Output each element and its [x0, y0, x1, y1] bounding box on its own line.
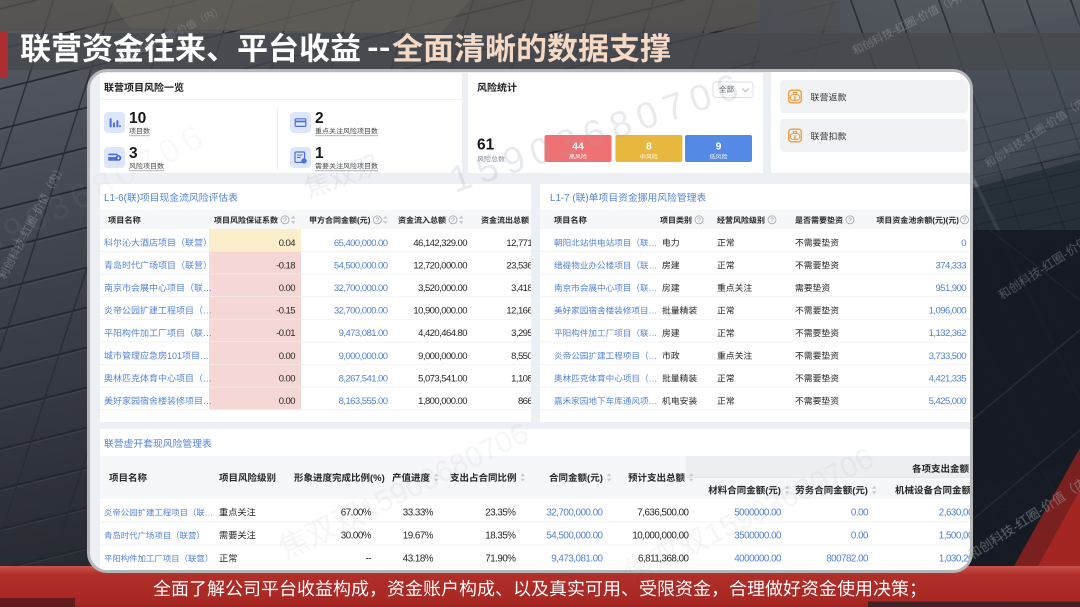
svg-text:): ) [368, 216, 371, 225]
svg-text:?: ? [770, 217, 774, 224]
svg-text:1,132,362: 1,132,362 [929, 328, 967, 339]
svg-text:8,267,541.00: 8,267,541.00 [339, 373, 388, 384]
svg-text:8,163,555.00: 8,163,555.00 [339, 396, 388, 407]
svg-text:3,733,500: 3,733,500 [929, 351, 967, 362]
svg-text:32,700,000.00: 32,700,000.00 [334, 283, 388, 294]
svg-text:4,421,335: 4,421,335 [929, 373, 967, 384]
svg-text:32,700,000.00: 32,700,000.00 [546, 508, 603, 519]
svg-text:4000000.00: 4000000.00 [734, 554, 782, 565]
svg-text:9,000,000.00: 9,000,000.00 [339, 351, 388, 362]
svg-text:374,333: 374,333 [936, 260, 967, 271]
svg-text:10: 10 [129, 110, 146, 127]
svg-text:54,500,000.00: 54,500,000.00 [546, 531, 603, 542]
svg-text:(: ( [357, 216, 360, 225]
svg-text:…: … [649, 328, 658, 338]
svg-text:?: ? [963, 217, 967, 224]
svg-text:800782.00: 800782.00 [826, 554, 869, 565]
svg-text:101: 101 [167, 351, 182, 361]
svg-text:9,473,081.00: 9,473,081.00 [339, 328, 388, 339]
svg-text:23.35%: 23.35% [485, 508, 516, 519]
svg-text:33.33%: 33.33% [403, 508, 434, 519]
svg-text:…: … [649, 283, 658, 293]
svg-text:1: 1 [315, 145, 324, 162]
svg-text:?: ? [283, 217, 287, 224]
svg-text:951,900: 951,900 [936, 283, 967, 294]
svg-text:54,500,000.00: 54,500,000.00 [334, 260, 388, 271]
svg-text:…: … [649, 373, 658, 383]
svg-text:(%): (%) [370, 473, 385, 484]
svg-text:…: … [203, 328, 212, 338]
svg-text:…: … [649, 238, 658, 248]
svg-text:9: 9 [716, 141, 722, 153]
svg-text:…: … [203, 396, 212, 406]
svg-text:1,800,000.00: 1,800,000.00 [418, 396, 467, 407]
svg-text:0.00: 0.00 [279, 396, 296, 407]
svg-text:10,900,000.00: 10,900,000.00 [413, 306, 467, 317]
svg-text:9,000,000.00: 9,000,000.00 [418, 351, 467, 362]
svg-text:65,400,000.00: 65,400,000.00 [334, 238, 388, 249]
svg-text:32,700,000.00: 32,700,000.00 [334, 306, 388, 317]
svg-text:0.00: 0.00 [279, 283, 296, 294]
svg-text:19.67%: 19.67% [403, 531, 434, 542]
svg-text:2: 2 [315, 110, 324, 127]
svg-text:46,142,329.00: 46,142,329.00 [413, 238, 467, 249]
svg-text:): ) [137, 193, 140, 204]
svg-text:5,073,541.00: 5,073,541.00 [418, 373, 467, 384]
svg-text:-0.18: -0.18 [276, 260, 295, 271]
svg-text:4,420,464.80: 4,420,464.80 [418, 328, 467, 339]
svg-text:8: 8 [646, 141, 652, 153]
svg-text:?: ? [376, 217, 380, 224]
svg-text:30.00%: 30.00% [341, 531, 372, 542]
svg-text:…: … [649, 396, 658, 406]
svg-text:…: … [649, 260, 658, 270]
svg-text:?: ? [848, 217, 852, 224]
svg-text:12,720,000.00: 12,720,000.00 [413, 260, 467, 271]
svg-text:--: -- [365, 554, 371, 565]
svg-text:): ) [865, 486, 868, 497]
svg-text:L1-7 (: L1-7 ( [550, 193, 576, 204]
svg-text:…: … [649, 351, 658, 361]
svg-text:43.18%: 43.18% [403, 554, 434, 565]
svg-text:): ) [585, 193, 588, 204]
svg-text:?: ? [451, 217, 455, 224]
svg-text:7,636,500.00: 7,636,500.00 [637, 508, 689, 519]
svg-text:…: … [649, 306, 658, 316]
svg-text:5,425,000: 5,425,000 [929, 396, 967, 407]
svg-text:-0.01: -0.01 [276, 328, 295, 339]
svg-text:71.90%: 71.90% [485, 554, 516, 565]
svg-text:0: 0 [961, 238, 966, 249]
svg-text:18.35%: 18.35% [485, 531, 516, 542]
svg-text:9,473,081.00: 9,473,081.00 [551, 554, 603, 565]
svg-text:0.00: 0.00 [851, 531, 869, 542]
svg-text:…: … [200, 351, 209, 361]
svg-text:): ) [956, 216, 959, 225]
svg-text:-0.15: -0.15 [276, 306, 295, 317]
svg-text:3,520,000.00: 3,520,000.00 [418, 283, 467, 294]
svg-text:…: … [203, 373, 212, 383]
svg-text:): ) [600, 473, 603, 484]
svg-text:(: ( [932, 216, 935, 225]
svg-text:)(: )( [943, 216, 949, 225]
svg-text:…: … [205, 508, 213, 518]
svg-text:?: ? [697, 217, 701, 224]
svg-text:1,096,000: 1,096,000 [929, 306, 967, 317]
svg-text:…: … [203, 306, 212, 316]
svg-text:0.04: 0.04 [279, 238, 296, 249]
svg-text:…: … [203, 283, 212, 293]
svg-text:0.00: 0.00 [279, 351, 296, 362]
svg-text:0.00: 0.00 [851, 508, 869, 519]
svg-text:0.00: 0.00 [279, 373, 296, 384]
